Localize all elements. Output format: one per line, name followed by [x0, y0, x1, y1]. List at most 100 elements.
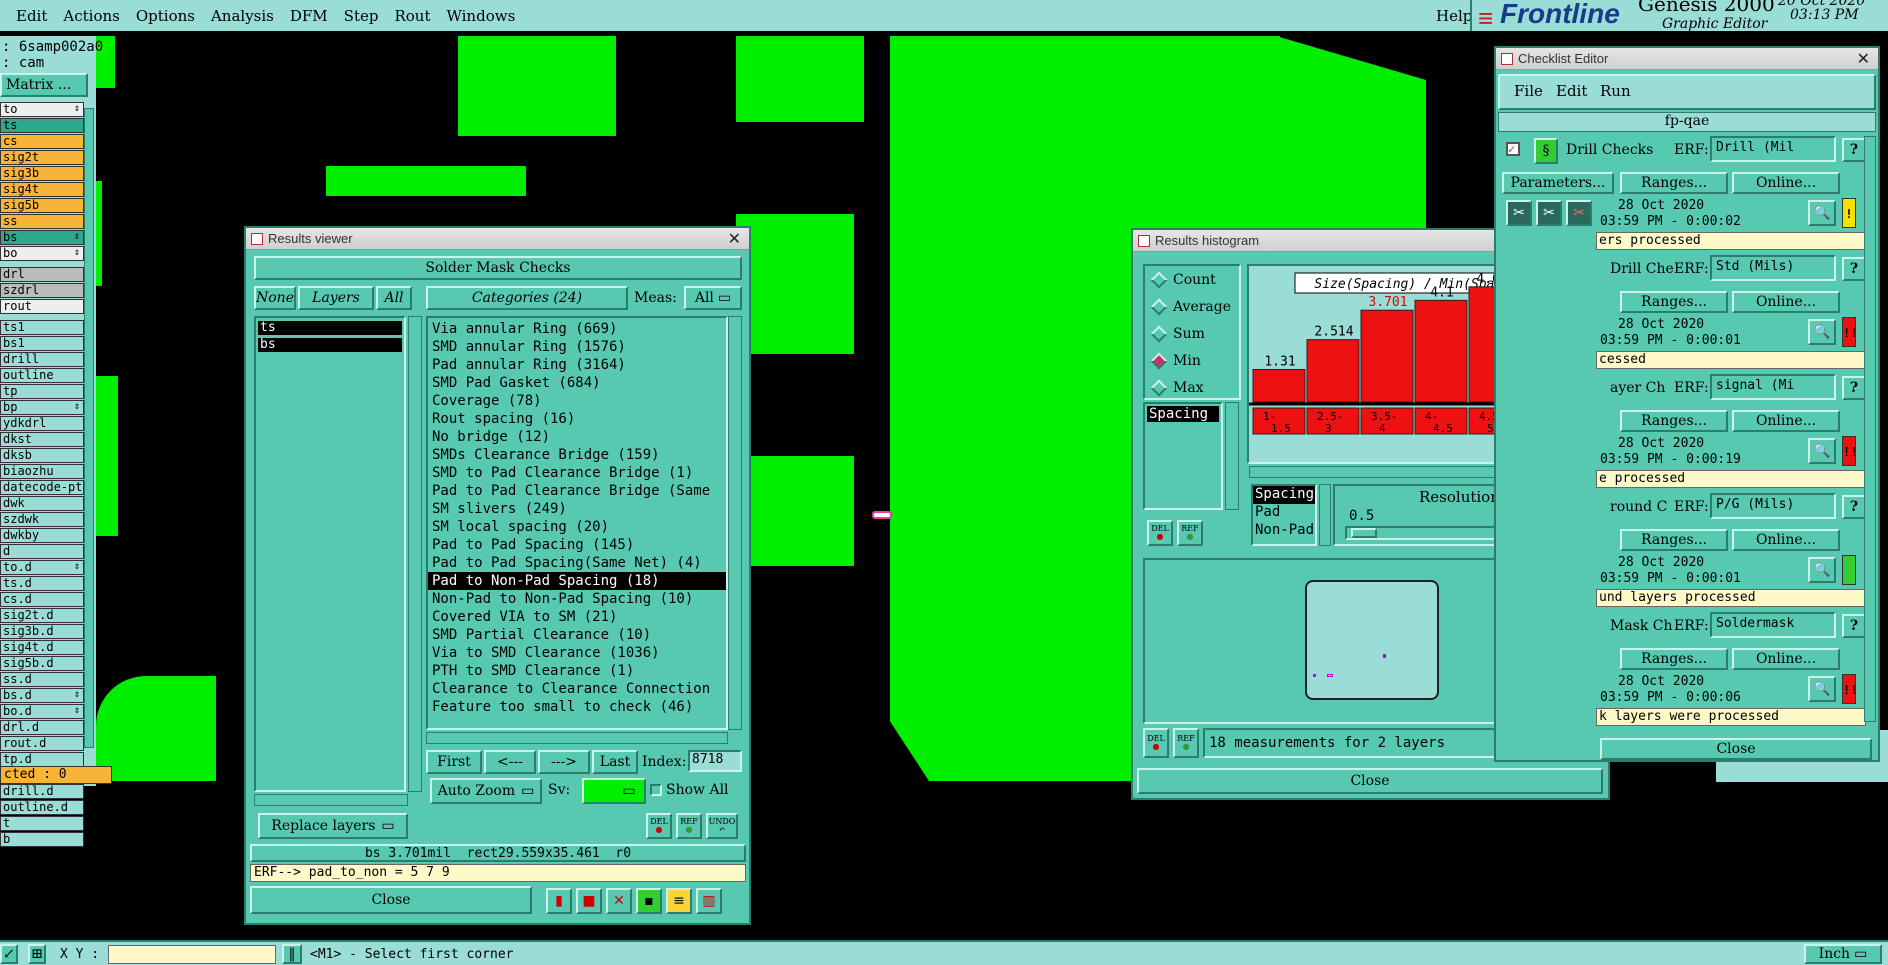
category-list[interactable]: Via annular Ring (669) SMD annular Ring (…: [426, 316, 728, 730]
hist-del-button-2[interactable]: DEL ●: [1143, 728, 1169, 758]
online-button[interactable]: Online...: [1732, 529, 1840, 551]
layer-item[interactable]: ts: [0, 118, 84, 133]
layer-item[interactable]: tp: [0, 384, 84, 399]
layer-affected-icon[interactable]: ⇕: [74, 561, 80, 572]
category-item[interactable]: No bridge (12): [428, 428, 726, 446]
meas-dropdown[interactable]: All ▭: [684, 286, 742, 310]
type-list[interactable]: Spacing Pad Non-Pad: [1251, 484, 1317, 546]
category-item[interactable]: SMD annular Ring (1576): [428, 338, 726, 356]
category-item[interactable]: Pad to Pad Spacing(Same Net) (4): [428, 554, 726, 572]
mode-radio[interactable]: Max: [1145, 374, 1239, 401]
menu-run[interactable]: Run: [1600, 82, 1631, 100]
layer-list-scrollbar[interactable]: [408, 316, 422, 792]
category-item[interactable]: SM local spacing (20): [428, 518, 726, 536]
help-button[interactable]: ?: [1842, 614, 1866, 638]
mode-radio[interactable]: Min: [1145, 347, 1239, 374]
menu-edit[interactable]: Edit: [16, 7, 47, 25]
category-hscroll[interactable]: [426, 732, 728, 744]
layer-item[interactable]: sig4t.d: [0, 640, 84, 655]
ranges-button[interactable]: Ranges...: [1620, 529, 1728, 551]
tool-icon-1[interactable]: ▮: [546, 888, 572, 914]
type-list-scroll[interactable]: [1319, 484, 1331, 546]
layer-item[interactable]: t: [0, 816, 84, 831]
erf-field[interactable]: Soldermask: [1710, 612, 1836, 638]
layer-item[interactable]: cs: [0, 134, 84, 149]
mode-radio[interactable]: Sum: [1145, 320, 1239, 347]
sv-color-dropdown[interactable]: ▭: [582, 778, 646, 804]
layer-item[interactable]: b: [0, 832, 84, 847]
layer-affected-icon[interactable]: ⇕: [74, 689, 80, 700]
units-dropdown[interactable]: Inch ▭: [1804, 944, 1882, 964]
erf-field[interactable]: P/G (Mils): [1710, 493, 1836, 519]
category-item[interactable]: Rout spacing (16): [428, 410, 726, 428]
type-item[interactable]: Spacing: [1253, 486, 1315, 504]
online-button[interactable]: Online...: [1732, 648, 1840, 670]
layer-affected-icon[interactable]: ⇕: [74, 705, 80, 716]
menu-dfm[interactable]: DFM: [290, 7, 328, 25]
category-item[interactable]: Pad to Pad Clearance Bridge (Same: [428, 482, 726, 500]
measure-list-scroll[interactable]: [1225, 402, 1239, 510]
menu-actions[interactable]: Actions: [63, 7, 119, 25]
layer-affected-icon[interactable]: ⇕: [74, 247, 80, 258]
ranges-button[interactable]: Ranges...: [1620, 648, 1728, 670]
measure-list[interactable]: Spacing: [1143, 402, 1223, 510]
layer-item[interactable]: bs: [0, 230, 84, 245]
close-icon[interactable]: ✕: [728, 229, 741, 249]
index-input[interactable]: 8718: [688, 750, 742, 772]
hist-del-button[interactable]: DEL ●: [1147, 520, 1173, 546]
view-results-icon[interactable]: 🔍: [1808, 319, 1836, 345]
erf-field[interactable]: Drill (Mil: [1710, 136, 1836, 162]
last-button[interactable]: Last: [592, 750, 638, 774]
arrow-tool-icon[interactable]: ↙: [0, 944, 18, 964]
online-button[interactable]: Online...: [1732, 172, 1840, 194]
checklist-vscroll[interactable]: [1864, 136, 1876, 722]
category-item[interactable]: Via to SMD Clearance (1036): [428, 644, 726, 662]
category-item[interactable]: Clearance to Clearance Connection: [428, 680, 726, 698]
category-item[interactable]: Pad to Pad Spacing (145): [428, 536, 726, 554]
next-button[interactable]: --->: [538, 750, 590, 774]
xy-input[interactable]: [108, 945, 276, 964]
parameters-button[interactable]: Parameters...: [1502, 172, 1614, 194]
checklist-titlebar[interactable]: Checklist Editor ✕: [1496, 48, 1878, 70]
layer-item[interactable]: bo: [0, 246, 84, 261]
layer-list-hscroll[interactable]: [254, 794, 408, 806]
layer-item[interactable]: dksb: [0, 448, 84, 463]
close-icon[interactable]: ✕: [1857, 49, 1870, 69]
board-preview[interactable]: [1305, 580, 1439, 700]
all-button[interactable]: All: [376, 286, 412, 310]
category-item[interactable]: SMD Pad Gasket (684): [428, 374, 726, 392]
layer-affected-icon[interactable]: ⇕: [74, 401, 80, 412]
layer-item[interactable]: bp: [0, 400, 84, 415]
layer-item[interactable]: drill: [0, 352, 84, 367]
run-icon-3[interactable]: ✂: [1566, 200, 1592, 226]
category-item[interactable]: Pad annular Ring (3164): [428, 356, 726, 374]
tool-icon-2[interactable]: ■: [576, 888, 602, 914]
layer-item[interactable]: bs1: [0, 336, 84, 351]
run-icon-2[interactable]: ✂: [1536, 200, 1562, 226]
category-item[interactable]: Via annular Ring (669): [428, 320, 726, 338]
layer-item[interactable]: sig4t: [0, 182, 84, 197]
run-icon-1[interactable]: ✂: [1506, 200, 1532, 226]
view-results-icon[interactable]: 🔍: [1808, 200, 1836, 226]
results-viewer-titlebar[interactable]: Results viewer ✕: [246, 228, 749, 250]
hist-ref-button[interactable]: REF ●: [1177, 520, 1203, 546]
layer-item[interactable]: sig2t: [0, 150, 84, 165]
layer-item[interactable]: rout: [0, 299, 84, 314]
mode-radio[interactable]: Average: [1145, 293, 1239, 320]
layer-item[interactable]: datecode-pt: [0, 480, 84, 495]
layer-item[interactable]: sig3b.d: [0, 624, 84, 639]
layer-item[interactable]: sig5b.d: [0, 656, 84, 671]
layer-item[interactable]: sig2t.d: [0, 608, 84, 623]
replace-layers-dropdown[interactable]: Replace layers ▭: [258, 813, 408, 839]
menu-file[interactable]: File: [1514, 82, 1543, 100]
layer-item[interactable]: ydkdrl: [0, 416, 84, 431]
layer-item[interactable]: outline.d: [0, 800, 84, 815]
tool-icon-3[interactable]: ✕: [606, 888, 632, 914]
layer-item[interactable]: bo.d: [0, 704, 84, 719]
type-item[interactable]: Pad: [1253, 504, 1315, 522]
ranges-button[interactable]: Ranges...: [1620, 172, 1728, 194]
layer-item[interactable]: szdrl: [0, 283, 84, 298]
category-item[interactable]: Covered VIA to SM (21): [428, 608, 726, 626]
menu-help[interactable]: Help: [1436, 7, 1472, 25]
grid-tool-icon[interactable]: ⊞: [28, 944, 46, 964]
